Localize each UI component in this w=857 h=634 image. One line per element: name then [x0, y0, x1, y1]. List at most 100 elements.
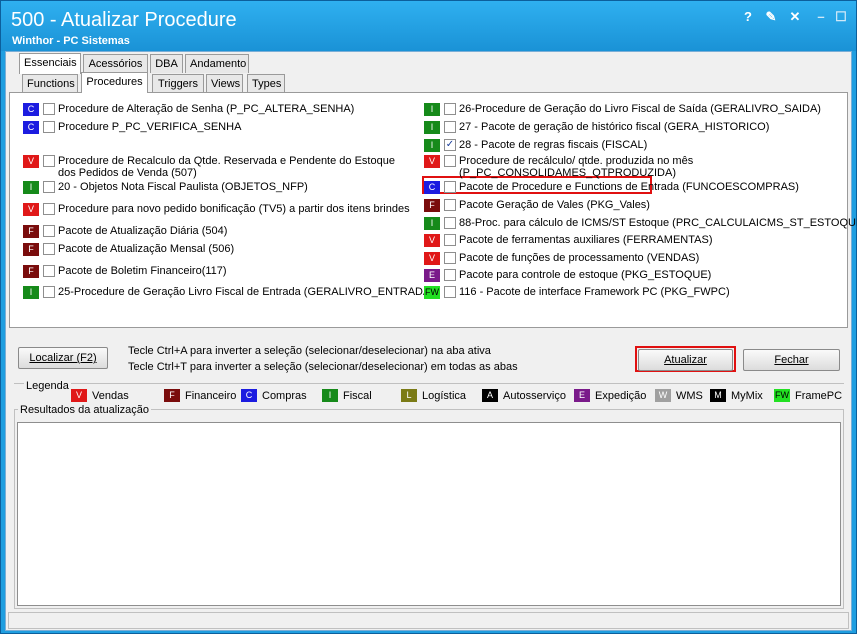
help-icon[interactable]: ? [740, 9, 756, 25]
window-title: 500 - Atualizar Procedure [11, 9, 237, 31]
tab-triggers[interactable]: Triggers [152, 74, 204, 93]
procedure-badge: F [23, 225, 39, 238]
procedure-row[interactable]: V Procedure de Recalculo da Qtde. Reserva… [23, 155, 408, 179]
legend-item: V Vendas [71, 389, 129, 402]
procedure-checkbox[interactable] [444, 286, 456, 298]
localizar-button[interactable]: Localizar (F2) [18, 347, 108, 369]
legend-label: FramePC [795, 389, 843, 402]
procedure-label: 20 - Objetos Nota Fiscal Paulista (OBJET… [58, 181, 308, 193]
procedure-row[interactable]: V Procedure para novo pedido bonificação … [23, 203, 410, 219]
procedure-label: 88-Proc. para cálculo de ICMS/ST Estoque… [459, 217, 857, 229]
procedure-row[interactable]: I 26-Procedure de Geração do Livro Fiscal… [424, 103, 821, 119]
procedure-label: Procedure de Alteração de Senha (P_PC_AL… [58, 103, 355, 115]
tab-dba[interactable]: DBA [150, 54, 183, 73]
procedure-checkbox[interactable] [444, 103, 456, 115]
procedure-badge: F [23, 265, 39, 278]
procedure-checkbox[interactable] [43, 155, 55, 167]
procedure-row[interactable]: V Pacote de ferramentas auxiliares (FERRA… [424, 234, 713, 250]
procedure-row[interactable]: F Pacote de Atualização Mensal (506) [23, 243, 234, 259]
main-window: 500 - Atualizar Procedure Winthor - PC S… [0, 0, 857, 634]
tab-views[interactable]: Views [206, 74, 243, 93]
procedure-badge: I [23, 286, 39, 299]
procedure-row[interactable]: I 25-Procedure de Geração Livro Fiscal de… [23, 286, 434, 302]
procedure-checkbox[interactable] [43, 203, 55, 215]
tab-andamento[interactable]: Andamento [185, 54, 249, 73]
procedure-badge: C [23, 103, 39, 116]
procedure-row[interactable]: F Pacote de Atualização Diária (504) [23, 225, 227, 241]
procedure-label: 28 - Pacote de regras fiscais (FISCAL) [459, 139, 648, 151]
procedure-row[interactable]: I 88-Proc. para cálculo de ICMS/ST Estoqu… [424, 217, 857, 233]
tab-acessórios[interactable]: Acessórios [83, 54, 148, 73]
procedure-checkbox[interactable] [43, 265, 55, 277]
procedure-checkbox[interactable] [444, 269, 456, 281]
legend-badge: I [322, 389, 338, 402]
legend-item: W WMS [655, 389, 703, 402]
procedure-row[interactable]: C Procedure de Alteração de Senha (P_PC_A… [23, 103, 354, 119]
atualizar-button[interactable]: Atualizar [638, 349, 733, 371]
procedure-checkbox[interactable] [43, 225, 55, 237]
legend-badge: M [710, 389, 726, 402]
procedure-row[interactable]: I ✓ 28 - Pacote de regras fiscais (FISCAL) [424, 139, 647, 155]
procedure-row[interactable]: I 27 - Pacote de geração de histórico fis… [424, 121, 769, 137]
procedures-panel: C Procedure de Alteração de Senha (P_PC_A… [9, 92, 857, 328]
procedure-row[interactable]: V Pacote de funções de processamento (VEN… [424, 252, 699, 268]
procedure-checkbox[interactable] [444, 155, 456, 167]
legend-label: Expedição [595, 389, 647, 402]
close-icon[interactable]: ✕ [787, 9, 803, 25]
tab-procedures[interactable]: Procedures [81, 72, 148, 93]
procedure-checkbox[interactable]: ✓ [444, 139, 456, 151]
legend-item: M MyMix [710, 389, 763, 402]
legend-item: A Autosserviço [482, 389, 566, 402]
procedure-row[interactable]: I 20 - Objetos Nota Fiscal Paulista (OBJE… [23, 181, 308, 197]
procedure-row[interactable]: V Procedure de recálculo/ qtde. produzida… [424, 155, 809, 179]
legend-badge: A [482, 389, 498, 402]
procedure-row[interactable]: FW 116 - Pacote de interface Framework PC… [424, 286, 730, 302]
procedure-row[interactable]: C Procedure P_PC_VERIFICA_SENHA [23, 121, 241, 137]
procedure-badge: I [424, 121, 440, 134]
edit-icon[interactable]: ✎ [763, 9, 779, 25]
procedure-checkbox[interactable] [43, 103, 55, 115]
procedure-checkbox[interactable] [43, 243, 55, 255]
procedure-badge: I [424, 217, 440, 230]
procedure-label: Pacote de Atualização Mensal (506) [58, 243, 235, 255]
tab-types[interactable]: Types [247, 74, 285, 93]
legend-item: FW FramePC [774, 389, 842, 402]
legend-badge: W [655, 389, 671, 402]
results-textarea[interactable] [17, 422, 841, 606]
procedure-badge: C [23, 121, 39, 134]
procedure-checkbox[interactable] [444, 234, 456, 246]
procedure-badge: V [23, 155, 39, 168]
procedure-checkbox[interactable] [43, 286, 55, 298]
fechar-button[interactable]: Fechar [743, 349, 840, 371]
procedure-checkbox[interactable] [43, 121, 55, 133]
procedure-checkbox[interactable] [444, 217, 456, 229]
maximize-icon[interactable]: ☐ [833, 9, 849, 25]
legend-badge: FW [774, 389, 790, 402]
procedure-row[interactable]: C Pacote de Procedure e Functions de Entr… [424, 181, 799, 197]
minimize-icon[interactable]: – [813, 9, 829, 25]
legend-label: Fiscal [343, 389, 372, 402]
tab-functions[interactable]: Functions [22, 74, 78, 93]
procedure-checkbox[interactable] [444, 252, 456, 264]
procedure-label: Procedure P_PC_VERIFICA_SENHA [58, 121, 242, 133]
title-bar: 500 - Atualizar Procedure Winthor - PC S… [1, 1, 856, 51]
procedure-badge: I [424, 139, 440, 152]
procedure-label: Procedure de Recalculo da Qtde. Reservad… [58, 155, 395, 179]
legend-label: Vendas [92, 389, 129, 402]
procedure-badge: FW [424, 286, 440, 299]
procedure-checkbox[interactable] [43, 181, 55, 193]
procedure-checkbox[interactable] [444, 121, 456, 133]
procedure-label: Pacote de funções de processamento (VEND… [459, 252, 700, 264]
procedure-badge: V [23, 203, 39, 216]
procedure-badge: I [424, 103, 440, 116]
procedure-row[interactable]: F Pacote de Boletim Financeiro(117) [23, 265, 227, 281]
legend-badge: V [71, 389, 87, 402]
procedure-label: 26-Procedure de Geração do Livro Fiscal … [459, 103, 821, 115]
procedure-badge: V [424, 155, 440, 168]
tab-essenciais[interactable]: Essenciais [19, 53, 81, 74]
procedure-row[interactable]: E Pacote para controle de estoque (PKG_ES… [424, 269, 711, 285]
procedure-checkbox[interactable] [444, 199, 456, 211]
procedure-badge: V [424, 234, 440, 247]
procedure-checkbox[interactable] [444, 181, 456, 193]
procedure-row[interactable]: F Pacote Geração de Vales (PKG_Vales) [424, 199, 650, 215]
